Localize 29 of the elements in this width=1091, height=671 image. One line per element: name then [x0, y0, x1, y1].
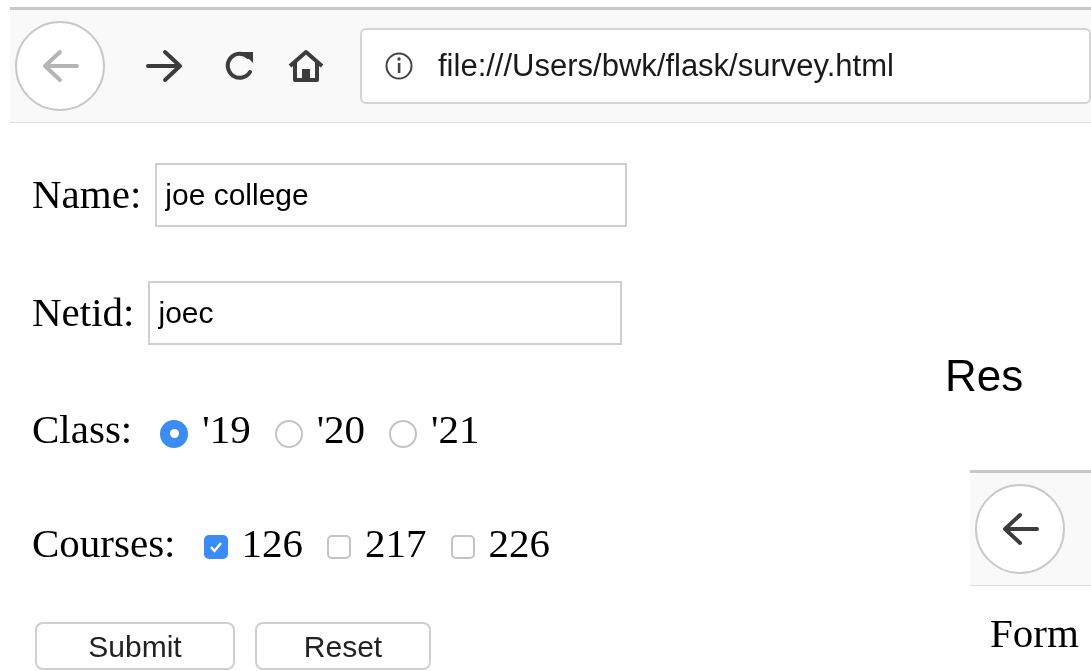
checkbox[interactable]	[327, 535, 351, 560]
checkbox[interactable]	[203, 535, 228, 560]
radio-button[interactable]	[274, 419, 303, 448]
home-icon[interactable]	[287, 48, 325, 84]
field-label: Name:	[32, 170, 142, 220]
info-icon[interactable]	[384, 51, 414, 81]
option-label: 217	[365, 518, 427, 568]
radio-button[interactable]	[160, 419, 189, 448]
form-text: Form	[990, 609, 1080, 658]
url-text: file:///Users/bwk/flask/survey.html	[438, 46, 894, 85]
option-label: '20	[316, 405, 366, 454]
page-heading: Res	[945, 350, 1025, 402]
group-label: Class:	[32, 405, 133, 454]
radio-button[interactable]	[389, 419, 418, 448]
back-arrow-icon	[40, 48, 80, 84]
option-label: 126	[241, 518, 303, 568]
text-field[interactable]: joec	[148, 281, 623, 345]
field-label: Netid:	[32, 288, 135, 338]
url-bar[interactable]: file:///Users/bwk/flask/survey.html	[360, 28, 1091, 104]
form-button[interactable]: Submit	[35, 622, 235, 670]
back-arrow-icon	[1000, 511, 1040, 547]
option-label: '19	[202, 405, 251, 454]
option-label: '21	[431, 405, 480, 454]
forward-icon[interactable]	[145, 48, 185, 84]
group-label: Courses:	[32, 518, 176, 568]
text-field[interactable]: joe college	[155, 163, 628, 227]
option-label: 226	[488, 518, 550, 568]
form-button[interactable]: Reset	[255, 622, 431, 670]
checkbox[interactable]	[450, 535, 475, 560]
